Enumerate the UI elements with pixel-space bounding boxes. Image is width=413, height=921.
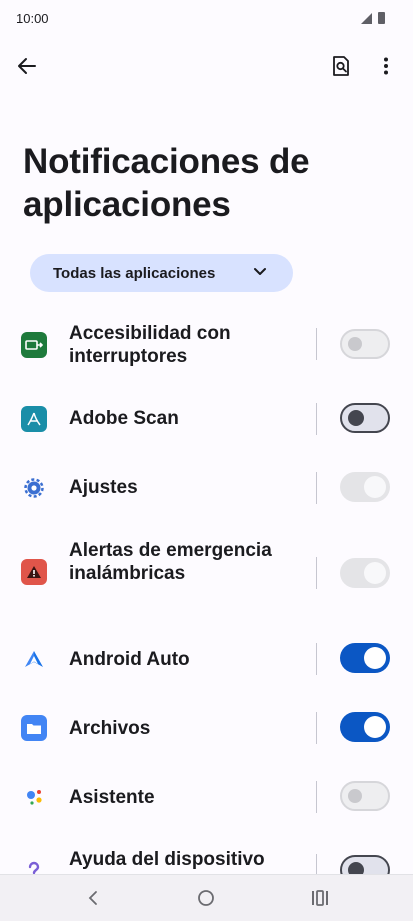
nav-back-icon <box>88 891 97 905</box>
divider <box>316 712 317 744</box>
switch-access-icon <box>21 332 47 358</box>
notification-toggle[interactable] <box>340 781 390 811</box>
notification-toggle[interactable] <box>340 643 390 673</box>
app-row-emergency-alerts[interactable]: Alertas de emergencia inalámbricas <box>0 538 413 610</box>
app-row-assistant[interactable]: Asistente <box>0 781 413 813</box>
status-time: 10:00 <box>16 11 49 26</box>
app-row-android-auto[interactable]: Android Auto <box>0 643 413 675</box>
filter-label: Todas las aplicaciones <box>53 264 216 282</box>
top-app-bar <box>0 44 413 92</box>
folder-icon <box>21 715 47 741</box>
chevron-down-icon <box>254 268 266 275</box>
more-vert-icon <box>384 57 388 75</box>
app-name: Asistente <box>69 787 155 808</box>
nav-home-icon <box>198 890 214 906</box>
search-doc-icon <box>333 56 349 76</box>
app-filter-dropdown[interactable]: Todas las aplicaciones <box>30 254 293 292</box>
system-nav-bar <box>0 874 413 921</box>
nav-recents-button[interactable] <box>308 887 332 909</box>
page-title: Notificaciones de aplicaciones <box>23 142 310 224</box>
divider <box>316 328 317 360</box>
settings-gear-icon <box>21 475 47 501</box>
adobe-scan-icon <box>21 406 47 432</box>
divider <box>316 472 317 504</box>
app-row-files[interactable]: Archivos <box>0 712 413 744</box>
app-name: Android Auto <box>69 649 190 670</box>
notification-toggle[interactable] <box>340 558 390 588</box>
arrow-back-icon <box>18 58 36 74</box>
more-options-button[interactable] <box>366 46 406 86</box>
app-name: Ajustes <box>69 477 138 498</box>
divider <box>316 781 317 813</box>
status-bar: 10:00 <box>0 0 413 36</box>
app-name: Ayuda del dispositivo <box>69 849 265 870</box>
notification-toggle[interactable] <box>340 472 390 502</box>
app-name: Accesibilidad con interruptores <box>69 323 231 367</box>
notification-toggle[interactable] <box>340 712 390 742</box>
app-row-switch-access[interactable]: Accesibilidad con interruptores <box>0 320 413 370</box>
signal-battery-icon <box>361 12 385 24</box>
app-name: Archivos <box>69 718 151 739</box>
app-row-settings[interactable]: Ajustes <box>0 472 413 504</box>
nav-recents-icon <box>312 890 328 906</box>
divider <box>316 403 317 435</box>
notification-toggle[interactable] <box>340 403 390 433</box>
divider <box>316 643 317 675</box>
search-settings-button[interactable] <box>321 46 361 86</box>
emergency-alert-icon <box>21 559 47 585</box>
app-name: Alertas de emergencia inalámbricas <box>69 540 272 584</box>
nav-home-button[interactable] <box>194 887 218 909</box>
back-button[interactable] <box>7 46 47 86</box>
notification-toggle[interactable] <box>340 329 390 359</box>
android-auto-icon <box>21 646 47 672</box>
app-name: Adobe Scan <box>69 408 179 429</box>
app-row-adobe-scan[interactable]: Adobe Scan <box>0 403 413 435</box>
nav-back-button[interactable] <box>81 887 105 909</box>
assistant-icon <box>21 784 47 810</box>
divider <box>316 557 317 589</box>
